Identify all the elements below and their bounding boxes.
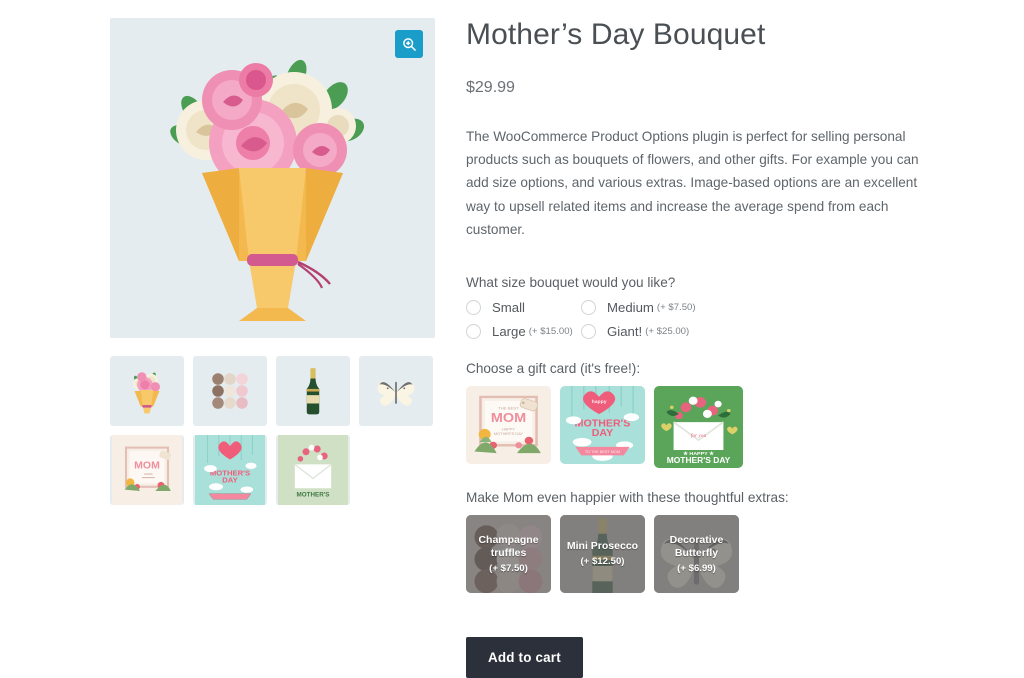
size-radio-grid: Small Medium (+ $7.50) Large (+ $15.00) … [466, 300, 936, 340]
extra-champagne-truffles[interactable]: Champagne truffles (+ $7.50) [466, 515, 551, 594]
extra-caption: Decorative Butterfly (+ $6.99) [654, 515, 739, 593]
gift-card-swatch-sky[interactable]: happy MOTHER'S DAY TO THE BEST MOM [560, 386, 645, 465]
svg-text:MOM: MOM [491, 410, 526, 425]
svg-text:THE BEST: THE BEST [498, 406, 519, 411]
thumbnail-champagne[interactable] [276, 356, 350, 426]
size-option-small[interactable]: Small [466, 300, 581, 316]
gift-card-swatch-envelope[interactable]: for you ★ HAPPY ★ MOTHER'S DAY [654, 386, 743, 469]
truffles-thumb-icon [212, 373, 248, 409]
butterfly-thumb-icon [377, 381, 415, 406]
gift-card-swatch-row: MOM THE BEST HAPPY MOTHER'S DAY happy MO… [466, 386, 936, 469]
size-option-label-giant: Giant! [607, 324, 643, 340]
add-to-cart-button[interactable]: Add to cart [466, 637, 583, 678]
svg-text:MOTHER'S DAY: MOTHER'S DAY [494, 433, 524, 437]
svg-text:MOTHER'S DAY: MOTHER'S DAY [667, 457, 731, 466]
size-option-medium[interactable]: Medium (+ $7.50) [581, 300, 936, 316]
champagne-thumb-icon [306, 368, 320, 415]
thumbnail-bouquet[interactable] [110, 356, 184, 426]
extra-caption: Mini Prosecco (+ $12.50) [560, 515, 645, 593]
magnifier-plus-icon[interactable] [395, 30, 423, 58]
thumbnail-butterfly[interactable] [359, 356, 433, 426]
gift-card-option-label: Choose a gift card (it's free!): [466, 361, 641, 377]
extra-title-butterfly: Decorative Butterfly [669, 533, 724, 559]
gift-card-mom-thumb-icon: MOM [112, 435, 182, 505]
size-option-label-medium: Medium [607, 300, 654, 316]
radio-icon[interactable] [581, 300, 596, 316]
size-option-price-large: (+ $15.00) [528, 326, 573, 338]
gift-card-sky-image: happy MOTHER'S DAY TO THE BEST MOM [560, 386, 645, 465]
extra-title-truffles: Champagne truffles [478, 533, 539, 559]
svg-text:for you: for you [691, 432, 707, 439]
gift-card-envelope-image: for you ★ HAPPY ★ MOTHER'S DAY [654, 386, 743, 469]
option-group-size: What size bouquet would you like? Small … [466, 275, 936, 340]
bouquet-thumb-icon [132, 372, 160, 414]
gift-card-mom-image: MOM THE BEST HAPPY MOTHER'S DAY [466, 386, 551, 465]
bouquet-illustration [170, 59, 365, 321]
option-group-gift-card: Choose a gift card (it's free!): MOM THE… [466, 361, 936, 469]
thumbnail-truffles[interactable] [193, 356, 267, 426]
size-option-large[interactable]: Large (+ $15.00) [466, 324, 581, 340]
size-option-giant[interactable]: Giant! (+ $25.00) [581, 324, 936, 340]
svg-text:DAY: DAY [222, 476, 238, 485]
extra-mini-prosecco[interactable]: Mini Prosecco (+ $12.50) [560, 515, 645, 594]
extra-caption: Champagne truffles (+ $7.50) [466, 515, 551, 593]
svg-text:MOTHER'S: MOTHER'S [297, 492, 330, 499]
page-title: Mother’s Day Bouquet [466, 18, 766, 51]
radio-icon[interactable] [466, 324, 481, 340]
size-option-label-small: Small [492, 300, 525, 316]
extra-price-prosecco: (+ $12.50) [580, 556, 625, 568]
size-option-label-large: Large [492, 324, 526, 340]
size-option-price-medium: (+ $7.50) [656, 302, 696, 314]
thumbnail-gift-card-mom[interactable]: MOM [110, 435, 184, 505]
gift-card-swatch-mom[interactable]: MOM THE BEST HAPPY MOTHER'S DAY [466, 386, 551, 465]
option-group-extras: Make Mom even happier with these thought… [466, 490, 936, 594]
extras-row: Champagne truffles (+ $7.50) Mini Prosec… [466, 515, 936, 594]
extra-price-butterfly: (+ $6.99) [677, 563, 716, 574]
svg-text:DAY: DAY [592, 429, 614, 440]
product-page: MOM MOTHER'S DAY MOTHER'S Mother’s Day B… [0, 0, 1024, 678]
size-option-label: What size bouquet would you like? [466, 275, 676, 291]
svg-text:MOM: MOM [134, 460, 160, 472]
svg-text:HAPPY: HAPPY [502, 428, 516, 432]
extras-option-label: Make Mom even happier with these thought… [466, 490, 789, 506]
svg-text:TO THE BEST MOM: TO THE BEST MOM [585, 451, 620, 455]
extra-title-prosecco: Mini Prosecco [566, 540, 639, 553]
size-option-price-giant: (+ $25.00) [645, 326, 690, 338]
product-description: The WooCommerce Product Options plugin i… [466, 128, 919, 238]
main-product-image[interactable] [110, 18, 435, 338]
radio-icon[interactable] [466, 300, 481, 316]
thumbnail-gift-card-envelope[interactable]: MOTHER'S [276, 435, 350, 505]
extra-decorative-butterfly[interactable]: Decorative Butterfly (+ $6.99) [654, 515, 739, 594]
gift-card-envelope-thumb-icon: MOTHER'S [278, 435, 348, 505]
thumbnail-list: MOM MOTHER'S DAY MOTHER'S [110, 356, 435, 505]
product-summary: Mother’s Day Bouquet $29.99 The WooComme… [466, 18, 936, 678]
extra-price-truffles: (+ $7.50) [489, 563, 528, 574]
gift-card-sky-thumb-icon: MOTHER'S DAY [195, 435, 265, 505]
product-price: $29.99 [466, 78, 515, 96]
svg-text:happy: happy [592, 400, 607, 406]
product-gallery: MOM MOTHER'S DAY MOTHER'S [110, 18, 435, 505]
thumbnail-gift-card-sky[interactable]: MOTHER'S DAY [193, 435, 267, 505]
radio-icon[interactable] [581, 324, 596, 340]
